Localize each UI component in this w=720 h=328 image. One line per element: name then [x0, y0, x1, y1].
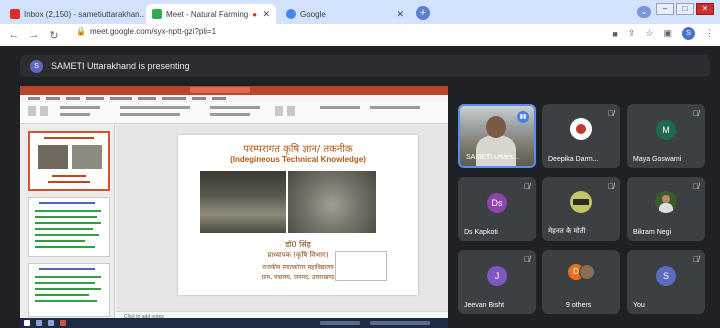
- mic-off-icon: 🎙̸: [524, 182, 530, 191]
- participant-tile[interactable]: 🎙̸ M Maya Goswami: [627, 104, 705, 168]
- browser-window: Inbox (2,150) - sametiuttarakhan... ✕ Me…: [0, 0, 720, 328]
- lock-icon: 🔒: [76, 27, 86, 36]
- slide-editor: परम्परागत कृषि ज्ञान/ तकनीक (Indegineous…: [116, 125, 448, 311]
- close-tab-icon[interactable]: ✕: [258, 9, 270, 20]
- back-icon[interactable]: ←: [8, 29, 20, 41]
- share-icon[interactable]: ⇪: [628, 28, 636, 39]
- shared-screen: परम्परागत कृषि ज्ञान/ तकनीक (Indegineous…: [20, 86, 448, 326]
- participant-photo: [655, 191, 677, 213]
- slide-title-hindi: परम्परागत कृषि ज्ञान/ तकनीक: [243, 144, 353, 155]
- participant-photo: [570, 191, 592, 213]
- slide-thumbnail[interactable]: [28, 197, 110, 257]
- windows-taskbar: [20, 318, 448, 328]
- presenting-text: SAMETI Uttarakhand is presenting: [51, 61, 190, 71]
- mic-off-icon: 🎙̸: [524, 255, 530, 264]
- participant-tile[interactable]: 🎙̸ J Jeevan Bisht: [458, 250, 536, 314]
- recording-icon: ●: [252, 9, 258, 19]
- participant-avatar: M: [656, 120, 676, 140]
- participant-tile-self[interactable]: 🎙̸ S You: [627, 250, 705, 314]
- participant-name: Bikram Negi: [633, 229, 672, 236]
- powerpoint-menu-tabs: [20, 95, 448, 102]
- mic-off-icon: 🎙̸: [693, 109, 699, 118]
- slide-thumbnail[interactable]: [28, 131, 110, 191]
- bookmark-star-icon[interactable]: ☆: [645, 28, 653, 39]
- tab-label: Google: [300, 9, 326, 19]
- participant-avatar: S: [656, 266, 676, 286]
- window-controls: – □ ✕: [656, 3, 714, 15]
- presenter-name: डॉ0 सिंह: [285, 240, 311, 249]
- google-icon: [286, 9, 296, 19]
- participant-name: Maya Goswami: [633, 156, 682, 163]
- maximize-icon[interactable]: □: [676, 3, 694, 15]
- mic-off-icon: 🎙̸: [693, 182, 699, 191]
- tab-search-icon[interactable]: ⌄: [637, 6, 651, 18]
- mic-off-icon: 🎙̸: [608, 182, 614, 191]
- participant-avatar: J: [487, 266, 507, 286]
- presenting-banner: S SAMETI Uttarakhand is presenting: [20, 55, 710, 77]
- minimize-icon[interactable]: –: [656, 3, 674, 15]
- speaking-indicator-icon: ▮▮: [517, 111, 529, 123]
- toolbar-icons: ■ ⇪ ☆ ▣ S ⋮: [612, 27, 714, 40]
- others-photo: [579, 264, 595, 280]
- close-window-icon[interactable]: ✕: [696, 3, 714, 15]
- mic-off-icon: 🎙̸: [608, 109, 614, 118]
- participant-tile-others[interactable]: D 9 others: [542, 250, 620, 314]
- powerpoint-ribbon: [20, 102, 448, 124]
- tab-strip: Inbox (2,150) - sametiuttarakhan... ✕ Me…: [0, 0, 720, 24]
- participant-name: Ds Kapkoti: [464, 229, 498, 236]
- sidepanel-icon[interactable]: ▣: [663, 28, 672, 39]
- forward-icon[interactable]: →: [28, 29, 40, 41]
- participant-tile[interactable]: 🎙̸ Ds Ds Kapkoti: [458, 177, 536, 241]
- participant-photo: [570, 118, 592, 140]
- url-text: meet.google.com/syx-nptt-gzi?pli=1: [89, 27, 217, 36]
- gmail-icon: [10, 9, 20, 19]
- tab-gmail[interactable]: Inbox (2,150) - sametiuttarakhan... ✕: [4, 4, 144, 24]
- participant-tile[interactable]: 🎙̸ Bikram Negi: [627, 177, 705, 241]
- participant-name: You: [633, 302, 645, 309]
- others-avatar-stack: D: [568, 264, 598, 282]
- presenter-avatar: S: [30, 59, 43, 73]
- tooltip-popup: [335, 251, 387, 281]
- participant-name: Jeevan Bisht: [464, 302, 505, 309]
- participant-name: Deepika Darm...: [548, 156, 599, 163]
- menu-kebab-icon[interactable]: ⋮: [705, 28, 714, 39]
- camera-indicator-icon[interactable]: ■: [612, 29, 617, 39]
- participant-tile[interactable]: 🎙̸ Deepika Darm...: [542, 104, 620, 168]
- participant-tile-presenter[interactable]: ▮▮ SAMETI Uttara...: [458, 104, 536, 168]
- participant-name: SAMETI Uttara...: [466, 154, 519, 161]
- tab-google[interactable]: Google ✕: [280, 4, 410, 24]
- address-toolbar: ← → ↻ 🔒 meet.google.com/syx-nptt-gzi?pli…: [0, 24, 720, 46]
- slide-title-english: (Indegineous Technical Knowledge): [230, 155, 366, 164]
- mic-off-icon: 🎙̸: [693, 255, 699, 264]
- tab-label: Inbox (2,150) - sametiuttarakhan...: [24, 9, 144, 19]
- participant-tile[interactable]: 🎙̸ मेहनत के मोती: [542, 177, 620, 241]
- powerpoint-titlebar: [20, 86, 448, 95]
- participant-name: मेहनत के मोती: [548, 227, 586, 235]
- meet-icon: [152, 9, 162, 19]
- slide-thumbnails: [20, 125, 115, 321]
- reload-icon[interactable]: ↻: [48, 29, 60, 42]
- tab-meet[interactable]: Meet - Natural Farming ● ✕: [146, 4, 276, 24]
- tab-label: Meet - Natural Farming: [166, 9, 249, 19]
- address-bar[interactable]: 🔒 meet.google.com/syx-nptt-gzi?pli=1: [76, 27, 216, 36]
- new-tab-button[interactable]: +: [416, 6, 430, 20]
- participant-avatar: Ds: [487, 193, 507, 213]
- stone-terrace-photo: [200, 171, 286, 233]
- profile-avatar[interactable]: S: [682, 27, 695, 40]
- slide-thumbnail[interactable]: [28, 263, 110, 317]
- participant-name: 9 others: [566, 302, 592, 309]
- close-tab-icon[interactable]: ✕: [392, 9, 404, 20]
- grinding-stone-photo: [288, 171, 376, 233]
